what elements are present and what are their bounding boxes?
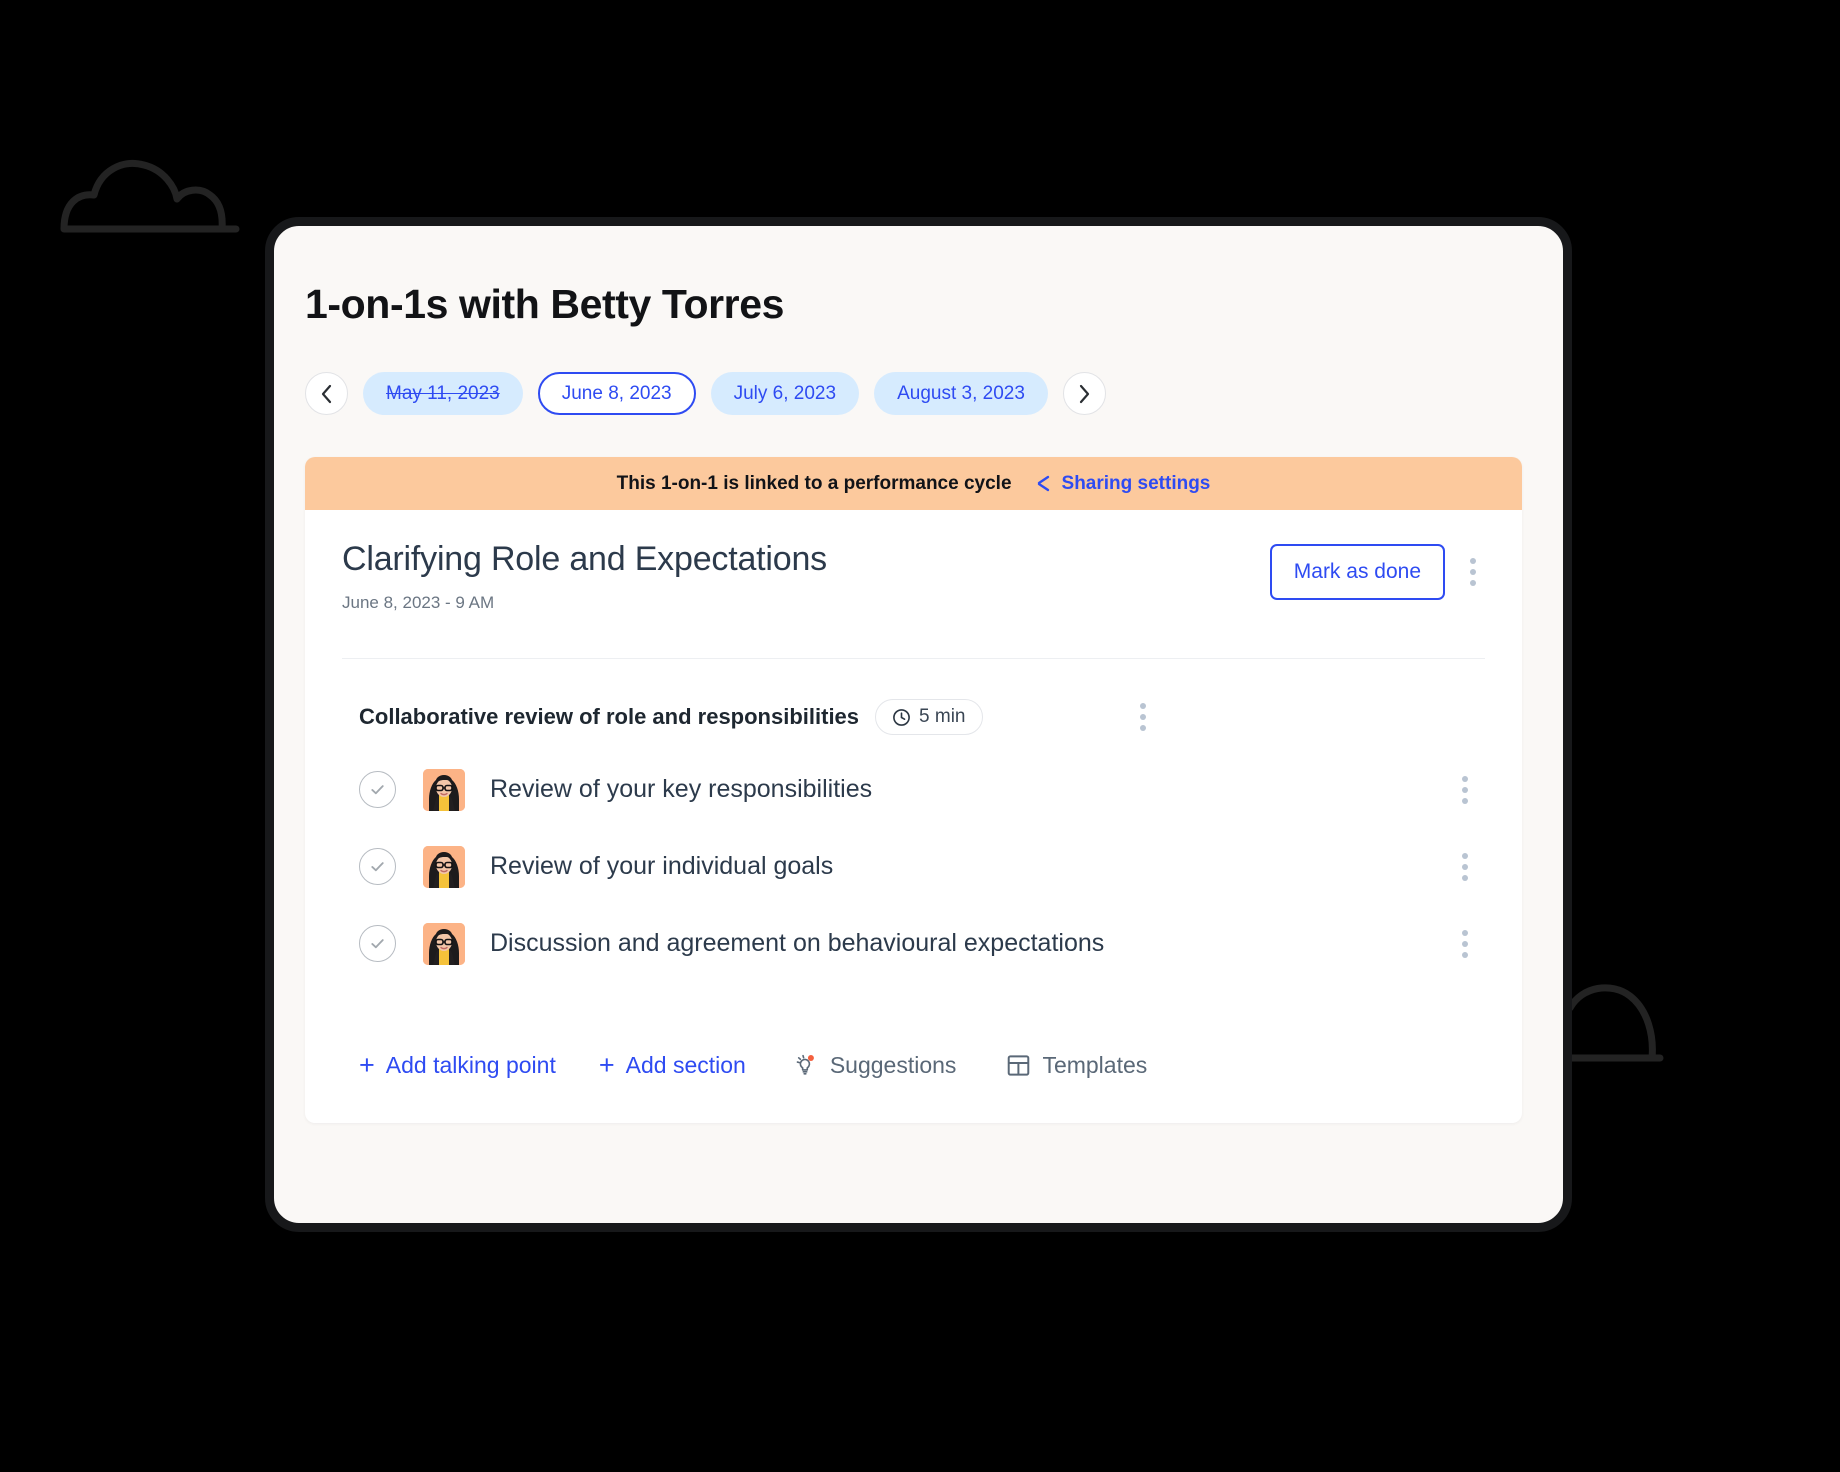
suggestions-label: Suggestions bbox=[829, 1052, 957, 1078]
meeting-datetime: June 8, 2023 - 9 AM bbox=[342, 593, 495, 612]
meeting-actions: Mark as done bbox=[1269, 544, 1485, 600]
header-divider bbox=[342, 658, 1485, 659]
date-pill-july-6[interactable]: July 6, 2023 bbox=[710, 372, 860, 415]
templates-button[interactable]: Templates bbox=[1006, 1052, 1147, 1079]
section-duration-badge[interactable]: 5 min bbox=[875, 699, 983, 735]
cloud-icon-top-left bbox=[60, 145, 240, 235]
screen-root: 1-on-1s with Betty Torres May 11, 2023 J… bbox=[0, 0, 1840, 1472]
section-title: Collaborative review of role and respons… bbox=[359, 704, 860, 729]
add-section-button[interactable]: + Add section bbox=[599, 1052, 746, 1079]
date-navigation: May 11, 2023 June 8, 2023 July 6, 2023 A… bbox=[305, 372, 1563, 415]
page-title: 1-on-1s with Betty Torres bbox=[305, 281, 785, 327]
sharing-settings-label: Sharing settings bbox=[1061, 472, 1211, 494]
app-window: 1-on-1s with Betty Torres May 11, 2023 J… bbox=[265, 217, 1572, 1232]
performance-cycle-banner: This 1-on-1 is linked to a performance c… bbox=[305, 457, 1522, 510]
chevron-right-icon bbox=[1079, 384, 1090, 403]
templates-label: Templates bbox=[1042, 1052, 1148, 1078]
avatar bbox=[423, 768, 465, 811]
meeting-title: Clarifying Role and Expectations bbox=[342, 540, 827, 578]
footer-actions: + Add talking point + Add section Sugges… bbox=[359, 1052, 1485, 1123]
talking-point-text-2: Review of your individual goals bbox=[490, 852, 834, 880]
add-section-label: Add section bbox=[625, 1052, 746, 1078]
sharing-settings-link[interactable]: Sharing settings bbox=[1034, 472, 1211, 495]
clock-icon bbox=[893, 708, 910, 726]
section-menu-icon[interactable] bbox=[1131, 695, 1155, 739]
layout-icon bbox=[1008, 1055, 1030, 1076]
talking-point-menu-icon-2[interactable] bbox=[1453, 845, 1477, 889]
notification-dot bbox=[807, 1055, 814, 1061]
avatar bbox=[423, 922, 465, 965]
talking-point-checkbox-3[interactable] bbox=[359, 925, 396, 962]
meeting-card: This 1-on-1 is linked to a performance c… bbox=[305, 457, 1522, 1123]
suggestions-button[interactable]: Suggestions bbox=[794, 1052, 957, 1079]
talking-point-checkbox-2[interactable] bbox=[359, 848, 396, 885]
talking-point-row-3[interactable]: Discussion and agreement on behavioural … bbox=[342, 905, 1485, 982]
meeting-header: Clarifying Role and Expectations June 8,… bbox=[342, 540, 1485, 613]
avatar-image bbox=[423, 768, 465, 811]
talking-point-row-1[interactable]: Review of your key responsibilities bbox=[342, 751, 1485, 828]
check-icon bbox=[371, 862, 384, 872]
section-header: Collaborative review of role and respons… bbox=[359, 695, 1485, 739]
talking-point-row-2[interactable]: Review of your individual goals bbox=[342, 828, 1485, 905]
avatar bbox=[423, 845, 465, 888]
avatar-image bbox=[423, 845, 465, 888]
next-date-button[interactable] bbox=[1062, 372, 1106, 415]
add-talking-point-button[interactable]: + Add talking point bbox=[359, 1052, 556, 1079]
share-icon bbox=[1037, 475, 1049, 492]
meeting-title-block: Clarifying Role and Expectations June 8,… bbox=[342, 540, 827, 613]
banner-text: This 1-on-1 is linked to a performance c… bbox=[616, 472, 1012, 494]
talking-point-menu-icon-1[interactable] bbox=[1453, 768, 1477, 812]
check-icon bbox=[371, 939, 384, 949]
talking-point-list: Review of your key responsibilities Revi… bbox=[342, 751, 1485, 982]
talking-point-checkbox-1[interactable] bbox=[359, 771, 396, 808]
prev-date-button[interactable] bbox=[305, 372, 348, 415]
mark-as-done-button[interactable]: Mark as done bbox=[1269, 544, 1445, 600]
talking-point-menu-icon-3[interactable] bbox=[1453, 922, 1477, 966]
date-pill-august-3[interactable]: August 3, 2023 bbox=[874, 372, 1048, 415]
date-pill-may-11[interactable]: May 11, 2023 bbox=[363, 372, 523, 415]
talking-point-text-3: Discussion and agreement on behavioural … bbox=[490, 929, 1105, 957]
talking-point-text-1: Review of your key responsibilities bbox=[490, 775, 873, 803]
lightbulb-icon bbox=[796, 1054, 814, 1075]
section-duration-label: 5 min bbox=[919, 706, 966, 727]
check-icon bbox=[371, 785, 384, 795]
chevron-left-icon bbox=[321, 384, 332, 403]
plus-icon: + bbox=[598, 1050, 615, 1080]
avatar-image bbox=[423, 922, 465, 965]
meeting-menu-icon[interactable] bbox=[1461, 550, 1485, 594]
add-talking-point-label: Add talking point bbox=[385, 1052, 556, 1078]
plus-icon: + bbox=[359, 1050, 375, 1080]
date-pill-june-8[interactable]: June 8, 2023 bbox=[537, 372, 696, 415]
